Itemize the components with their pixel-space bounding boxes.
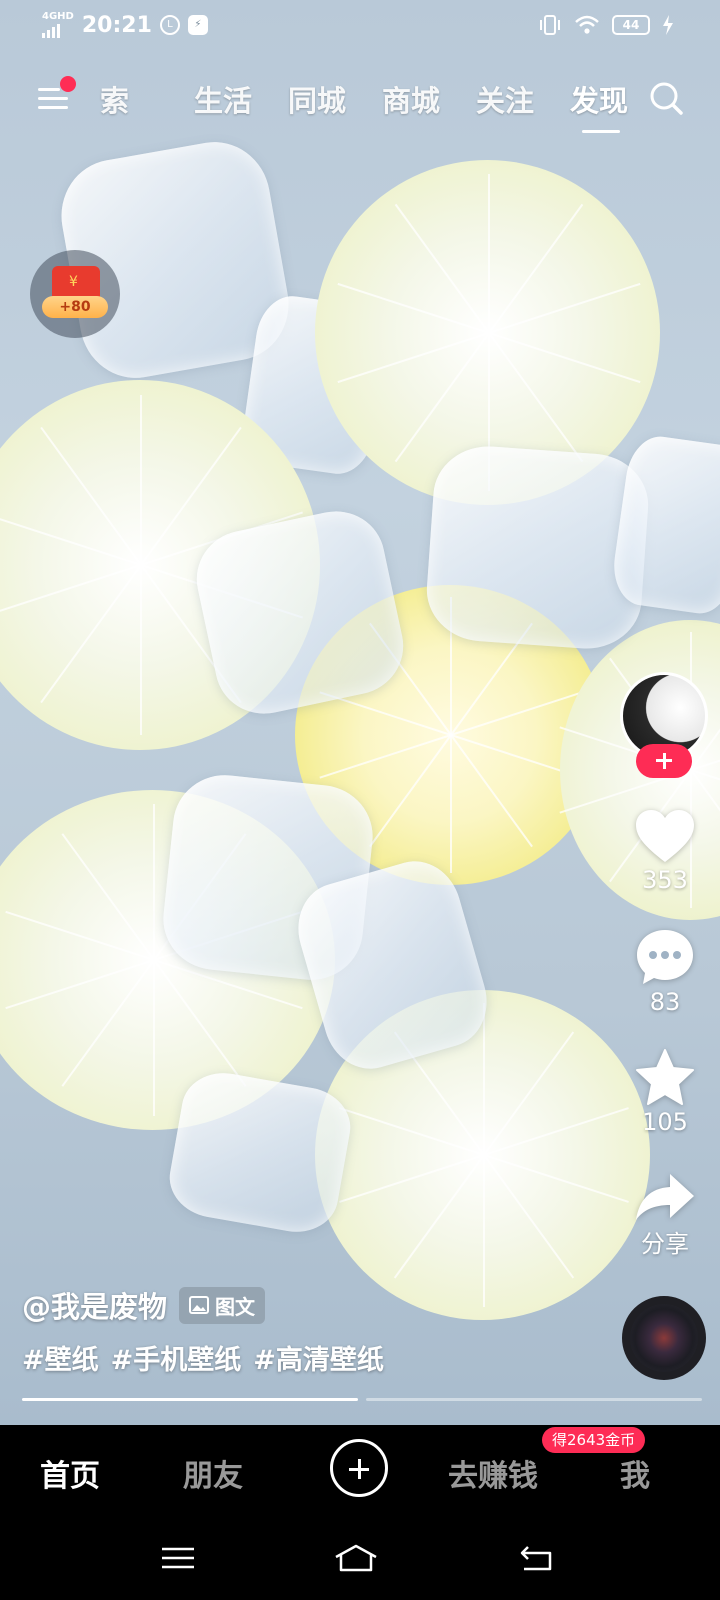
- ice-cube: [608, 432, 720, 618]
- tab-following[interactable]: 关注: [476, 78, 570, 120]
- post-type-badge: 图文: [179, 1286, 266, 1324]
- author-name[interactable]: @我是废物: [22, 1284, 167, 1326]
- star-icon: [636, 1049, 694, 1105]
- progress-segment: [366, 1398, 702, 1401]
- share-icon: [636, 1174, 694, 1220]
- signal-bars-icon: [42, 22, 60, 38]
- favorite-count: 105: [642, 1108, 688, 1136]
- hashtag[interactable]: #壁纸: [22, 1338, 99, 1377]
- network-type: 4GHD: [42, 11, 74, 22]
- lemon-segment: [338, 1154, 484, 1203]
- lemon-segment: [152, 960, 155, 1117]
- search-icon[interactable]: [648, 80, 684, 116]
- battery-icon: 44: [612, 15, 650, 35]
- lemon-segment: [319, 734, 452, 779]
- hashtag[interactable]: #手机壁纸: [111, 1338, 242, 1377]
- image-progress-bar: [22, 1398, 702, 1402]
- comment-icon: [637, 930, 693, 984]
- menu-icon-line: [38, 106, 68, 109]
- tab-earn[interactable]: 去赚钱: [448, 1451, 538, 1495]
- lemon-segment: [487, 203, 583, 334]
- lemon-segment: [40, 426, 142, 566]
- charging-icon: [663, 15, 673, 35]
- music-disc[interactable]: [622, 1296, 706, 1380]
- lemon-segment: [483, 1154, 629, 1203]
- app-notification-icon: ⚡: [187, 15, 208, 35]
- wifi-icon: [575, 15, 599, 34]
- lemon-segment: [488, 331, 640, 383]
- comment-button[interactable]: 83: [620, 928, 710, 1016]
- lemon-segment: [60, 959, 155, 1088]
- lemon-segment: [450, 734, 533, 848]
- ice-cube: [163, 1066, 357, 1239]
- post-caption-header: @我是废物 图文: [22, 1284, 266, 1326]
- progress-segment: [22, 1398, 358, 1401]
- clock: 20:21: [81, 12, 152, 38]
- lemon-segment: [4, 910, 154, 961]
- image-icon: [189, 1296, 210, 1314]
- signal-indicator: 4GHD: [42, 12, 74, 38]
- notification-icon: L: [159, 15, 180, 35]
- red-packet-widget[interactable]: +80: [30, 250, 120, 338]
- lemon-segment: [483, 1107, 629, 1156]
- comment-count: 83: [649, 988, 681, 1016]
- lemon-segment: [450, 735, 452, 873]
- home-icon[interactable]: [332, 1543, 380, 1573]
- tab-life[interactable]: 生活: [194, 78, 288, 120]
- lemon-segment: [40, 564, 142, 704]
- post-image[interactable]: [0, 0, 720, 1425]
- notification-dot: [60, 76, 76, 92]
- lemon-segment: [140, 565, 142, 736]
- lemon-segment: [337, 282, 489, 334]
- feed-tabs: 索 生活 同城 商城 关注 发现: [100, 78, 664, 133]
- favorite-button[interactable]: 105: [620, 1048, 710, 1136]
- lemon-segment: [140, 394, 142, 565]
- heart-icon: [636, 810, 694, 862]
- lemon-segment: [152, 959, 247, 1088]
- lemon-segment: [487, 173, 490, 333]
- lemon-segment: [338, 1107, 484, 1156]
- menu-icon: [38, 88, 60, 91]
- tab-search-suggest[interactable]: 索: [100, 78, 194, 120]
- lemon-segment: [482, 1031, 574, 1156]
- hashtag-list: #壁纸 #手机壁纸 #高清壁纸: [22, 1338, 384, 1377]
- lemon-segment: [394, 331, 490, 462]
- hashtag[interactable]: #高清壁纸: [253, 1338, 384, 1377]
- system-navigation-bar: [0, 1515, 720, 1600]
- tab-home[interactable]: 首页: [40, 1451, 100, 1495]
- like-button[interactable]: 353: [620, 808, 710, 894]
- tab-mall[interactable]: 商城: [382, 78, 476, 120]
- lemon-segment: [394, 203, 490, 334]
- lemon-segment: [482, 1003, 485, 1155]
- lemon-segment: [487, 331, 583, 462]
- red-packet-amount: +80: [42, 296, 108, 318]
- tab-local[interactable]: 同城: [288, 78, 382, 120]
- lemon-segment: [152, 803, 155, 960]
- lemon-segment: [4, 959, 154, 1010]
- back-icon[interactable]: [518, 1543, 558, 1573]
- bottom-tab-bar: 首页 朋友 去赚钱 得2643金币 我: [0, 1425, 720, 1515]
- lemon-segment: [337, 331, 489, 383]
- lemon-segment: [482, 1154, 574, 1279]
- vibrate-icon: [540, 15, 560, 35]
- menu-button[interactable]: [38, 76, 76, 114]
- menu-icon-line: [38, 97, 68, 100]
- top-navigation: 索 生活 同城 商城 关注 发现: [0, 70, 720, 133]
- lemon-segment: [488, 282, 640, 334]
- like-count: 353: [642, 866, 688, 894]
- lemon-segment: [482, 1155, 485, 1307]
- status-bar: 4GHD 20:21 L ⚡ 44: [0, 0, 720, 56]
- post-type-label: 图文: [215, 1294, 256, 1319]
- tab-friends[interactable]: 朋友: [183, 1451, 243, 1495]
- recent-apps-icon[interactable]: [158, 1543, 198, 1573]
- tab-me[interactable]: 我: [620, 1451, 650, 1495]
- coin-badge: 得2643金币: [542, 1427, 646, 1453]
- share-label: 分享: [641, 1230, 689, 1258]
- share-button[interactable]: 分享: [620, 1172, 710, 1259]
- create-post-button[interactable]: [330, 1439, 388, 1497]
- follow-button[interactable]: [636, 744, 692, 778]
- lemon-segment: [393, 1154, 485, 1279]
- lemon-segment: [60, 832, 155, 961]
- lemon-segment: [369, 734, 452, 848]
